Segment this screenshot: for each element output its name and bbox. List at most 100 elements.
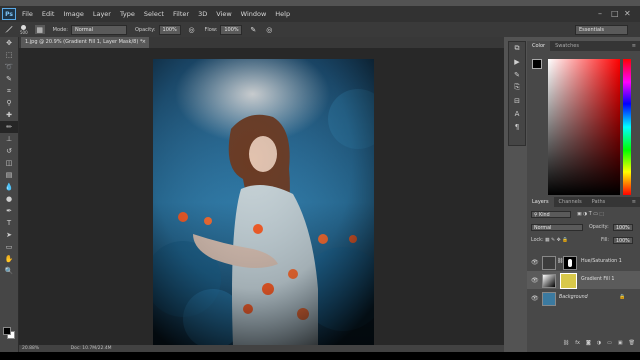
healing-tool-icon[interactable]: ✚ xyxy=(0,109,18,121)
layers-panel-tabs: Layers Channels Paths ≡ xyxy=(527,197,640,207)
flow-field[interactable]: 100% xyxy=(220,24,243,35)
brush-tool-icon[interactable]: ✏ xyxy=(0,121,18,133)
kind-filter[interactable]: ⚲ Kind xyxy=(531,211,571,218)
move-tool-icon[interactable]: ✥ xyxy=(0,37,18,49)
eye-icon[interactable]: 👁 xyxy=(531,295,539,302)
brush-panel-toggle-icon[interactable]: ▦ xyxy=(34,25,45,34)
panel-menu-icon[interactable]: ≡ xyxy=(632,41,636,51)
gradient-tool-icon[interactable]: ▤ xyxy=(0,169,18,181)
foreground-color-swatch[interactable] xyxy=(3,327,11,335)
lock-icons[interactable]: ▦ ✎ ✥ 🔒 xyxy=(545,238,568,243)
brush-preset-picker[interactable]: 500 xyxy=(20,24,28,35)
hue-slider[interactable] xyxy=(623,59,631,195)
link-layers-icon[interactable]: ⛓ xyxy=(563,340,569,349)
menu-image[interactable]: Image xyxy=(63,10,83,18)
actions-icon[interactable]: ▶ xyxy=(509,55,525,68)
eyedropper-tool-icon[interactable]: ⚲ xyxy=(0,97,18,109)
quick-select-tool-icon[interactable]: ✎ xyxy=(0,73,18,85)
clone-source-icon[interactable]: ⎘ xyxy=(509,81,525,94)
layer-fill-field[interactable]: 100% xyxy=(613,237,633,244)
tab-channels[interactable]: Channels xyxy=(554,197,587,207)
menu-window[interactable]: Window xyxy=(241,10,267,18)
menu-bar: Ps File Edit Image Layer Type Select Fil… xyxy=(0,6,640,22)
properties-icon[interactable]: ⊟ xyxy=(509,94,525,107)
fx-icon[interactable]: fx xyxy=(575,340,580,349)
opacity-label: Opacity: xyxy=(589,225,609,230)
menu-select[interactable]: Select xyxy=(144,10,164,18)
mode-label: Mode: xyxy=(52,26,68,33)
filter-icons[interactable]: ▣ ◑ T ▭ ⬚ xyxy=(577,212,604,217)
layer-opacity-field[interactable]: 100% xyxy=(613,224,633,231)
shape-tool-icon[interactable]: ▭ xyxy=(0,241,18,253)
type-tool-icon[interactable]: T xyxy=(0,217,18,229)
clone-stamp-tool-icon[interactable]: ⊥ xyxy=(0,133,18,145)
close-button[interactable]: ✕ xyxy=(624,9,631,18)
eye-icon[interactable]: 👁 xyxy=(531,277,539,284)
color-picker-field[interactable] xyxy=(548,59,620,195)
eye-icon[interactable]: 👁 xyxy=(531,259,539,266)
options-bar: 500 ▦ Mode: Normal Opacity: 100% ◎ Flow:… xyxy=(0,22,640,37)
brush-panel-icon[interactable]: ✎ xyxy=(509,68,525,81)
menu-3d[interactable]: 3D xyxy=(198,10,207,18)
pressure-size-icon[interactable]: ◎ xyxy=(264,25,274,34)
lasso-tool-icon[interactable]: ➰ xyxy=(0,61,18,73)
menu-layer[interactable]: Layer xyxy=(93,10,111,18)
marquee-tool-icon[interactable]: ⬚ xyxy=(0,49,18,61)
document-info[interactable]: Doc: 10.7M/22.4M xyxy=(71,346,112,351)
opacity-field[interactable]: 100% xyxy=(158,24,181,35)
photoshop-window: Ps File Edit Image Layer Type Select Fil… xyxy=(0,0,640,360)
tab-swatches[interactable]: Swatches xyxy=(550,41,584,51)
pen-tool-icon[interactable]: ✒ xyxy=(0,205,18,217)
color-swatches[interactable] xyxy=(3,327,15,339)
menu-type[interactable]: Type xyxy=(120,10,135,18)
lock-icon: 🔒 xyxy=(619,294,626,300)
close-tab-icon[interactable]: × xyxy=(142,37,146,48)
group-icon[interactable]: ▭ xyxy=(607,340,612,349)
menu-help[interactable]: Help xyxy=(275,10,290,18)
document-tab[interactable]: 1.jpg @ 20.9% (Gradient Fill 1, Layer Ma… xyxy=(21,37,149,48)
layer-row-background[interactable]: 👁 Background 🔒 xyxy=(527,289,640,307)
menu-filter[interactable]: Filter xyxy=(173,10,189,18)
mode-select[interactable]: Normal xyxy=(70,24,127,35)
blur-tool-icon[interactable]: 💧 xyxy=(0,181,18,193)
adjustment-thumbnail xyxy=(542,256,556,270)
menu-file[interactable]: File xyxy=(22,10,33,18)
history-icon[interactable]: ⧉ xyxy=(509,42,525,55)
brush-size: 500 xyxy=(20,29,28,35)
menu-view[interactable]: View xyxy=(216,10,231,18)
paragraph-icon[interactable]: ¶ xyxy=(509,120,525,133)
zoom-level[interactable]: 20.88% xyxy=(22,346,39,351)
new-layer-icon[interactable]: ▣ xyxy=(618,340,623,349)
crop-tool-icon[interactable]: ⌗ xyxy=(0,85,18,97)
minimize-button[interactable]: – xyxy=(598,9,602,18)
status-bar: 20.88% Doc: 10.7M/22.4M xyxy=(19,345,504,352)
tab-color[interactable]: Color xyxy=(527,41,551,51)
brush-tool-icon[interactable] xyxy=(3,25,13,34)
add-mask-icon[interactable]: ◙ xyxy=(586,340,591,349)
eraser-tool-icon[interactable]: ◫ xyxy=(0,157,18,169)
layers-menu-icon[interactable]: ≡ xyxy=(632,197,636,207)
color-fg-swatch[interactable] xyxy=(532,59,542,69)
airbrush-icon[interactable]: ✎ xyxy=(248,25,258,34)
history-brush-tool-icon[interactable]: ↺ xyxy=(0,145,18,157)
character-icon[interactable]: A xyxy=(509,107,525,120)
layer-row-gradient-fill[interactable]: 👁 Gradient Fill 1 xyxy=(527,271,640,289)
pressure-opacity-icon[interactable]: ◎ xyxy=(187,25,197,34)
document-image[interactable] xyxy=(153,59,374,346)
path-select-tool-icon[interactable]: ➤ xyxy=(0,229,18,241)
layer-row-hue-saturation[interactable]: 👁 ⛓ Hue/Saturation 1 xyxy=(527,253,640,271)
zoom-tool-icon[interactable]: 🔍 xyxy=(0,265,18,277)
tab-layers[interactable]: Layers xyxy=(527,197,554,207)
dodge-tool-icon[interactable]: ● xyxy=(0,193,18,205)
maximize-button[interactable]: □ xyxy=(611,9,619,18)
bottom-strip xyxy=(0,352,640,360)
menu-edit[interactable]: Edit xyxy=(42,10,55,18)
workspace-select[interactable]: Essentials xyxy=(575,25,628,35)
adjustment-icon[interactable]: ◑ xyxy=(597,340,601,349)
right-panels: Color Swatches ≡ Layers Channels Paths ≡… xyxy=(527,41,640,352)
color-panel-tabs: Color Swatches ≡ xyxy=(527,41,640,51)
tab-paths[interactable]: Paths xyxy=(587,197,611,207)
blend-mode-select[interactable]: Normal xyxy=(531,224,583,231)
trash-icon[interactable]: 🗑 xyxy=(629,340,635,349)
hand-tool-icon[interactable]: ✋ xyxy=(0,253,18,265)
